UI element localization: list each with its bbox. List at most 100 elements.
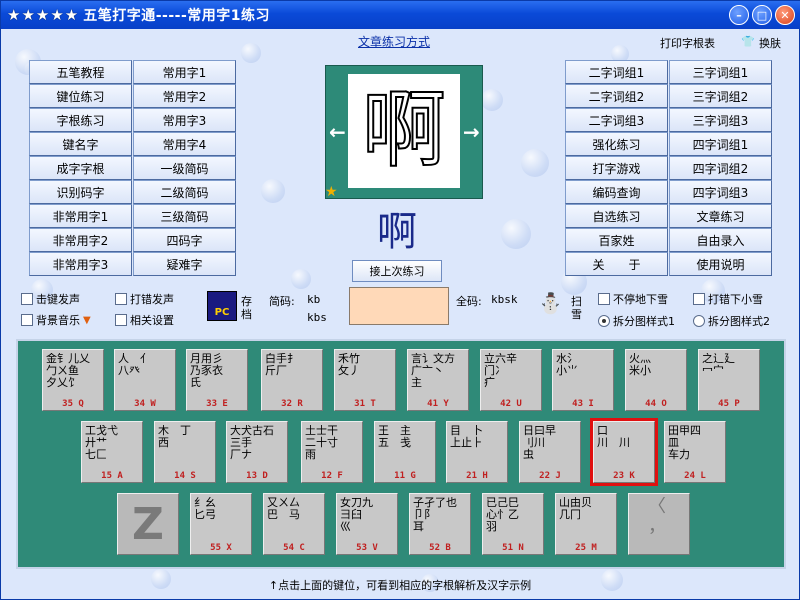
change-skin-link[interactable]: 换肤 [759,35,781,51]
right-menu-button[interactable]: 三字词组3 [669,108,772,132]
small-snow-checkbox[interactable] [693,293,705,305]
key-t[interactable]: 禾竹 攵丿 31 T [334,349,396,411]
left-menu-button[interactable]: 非常用字1 [29,204,132,228]
error-sound-option[interactable]: 打错发声 [115,291,174,307]
left-menu-button[interactable]: 三级简码 [133,204,236,228]
right-menu-button[interactable]: 三字词组2 [669,84,772,108]
split-style-2-radio[interactable] [693,315,705,327]
no-big-snow-option[interactable]: 不停地下雪 [598,291,668,307]
small-snow-option[interactable]: 打错下小雪 [693,291,763,307]
key-p[interactable]: 之辶廴 冖宀 45 P [698,349,760,411]
left-menu-button[interactable]: 字根练习 [29,108,132,132]
left-menu-button[interactable]: 常用字3 [133,108,236,132]
article-mode-link[interactable]: 文章练习方式 [358,33,430,50]
typing-input[interactable] [349,287,449,325]
window-title: 五笔打字通-----常用字1练习 [83,8,271,24]
key-sound-checkbox[interactable] [21,293,33,305]
error-sound-checkbox[interactable] [115,293,127,305]
short-code-value: kb [307,293,321,306]
continue-last-button[interactable]: 接上次练习 [352,260,442,282]
key-e[interactable]: 月用彡 乃豕衣 氏 33 E [186,349,248,411]
snowman-icon[interactable]: ⛄ [538,291,563,315]
minimize-button[interactable]: – [729,5,749,25]
right-menu-button[interactable]: 打字游戏 [565,156,668,180]
split-style-2-label: 拆分图样式2 [708,315,770,328]
key-a[interactable]: 工戈弋 廾艹 七匚 15 A [81,421,143,483]
print-radical-table-link[interactable]: 打印字根表 [660,35,715,51]
left-menu-button[interactable]: 键名字 [29,132,132,156]
right-menu-button[interactable]: 使用说明 [669,252,772,276]
key-r[interactable]: 白手扌 斤厂 32 R [261,349,323,411]
left-menu-button[interactable]: 四码字 [133,228,236,252]
left-menu-button[interactable]: 五笔教程 [29,60,132,84]
key-x[interactable]: 纟幺 匕弓 55 X [190,493,252,555]
right-menu-button[interactable]: 四字词组2 [669,156,772,180]
key-code: 55 X [210,543,232,553]
key-u[interactable]: 立六辛 门冫 疒 42 U [480,349,542,411]
left-menu-button[interactable]: 常用字2 [133,84,236,108]
key-y[interactable]: 言讠文方 广亠丶 主 41 Y [407,349,469,411]
key-j[interactable]: 日曰早 刂川 虫 22 J [519,421,581,483]
key-b[interactable]: 子孑了也 卩阝 耳 52 B [409,493,471,555]
key-radicals: 子孑了也 卩阝 耳 [413,497,457,533]
split-style-1-option[interactable]: 拆分图样式1 [598,313,675,329]
left-menu-button[interactable]: 非常用字2 [29,228,132,252]
key-v[interactable]: 女刀九 彐臼 巛 53 V [336,493,398,555]
key-g[interactable]: 王 主 五 戋 11 G [374,421,436,483]
key-o[interactable]: 火灬 米小 44 O [625,349,687,411]
key-k-selected[interactable]: 口 川 川 23 K [590,418,658,486]
split-style-2-option[interactable]: 拆分图样式2 [693,313,770,329]
left-menu-button[interactable]: 一级简码 [133,156,236,180]
right-menu-button[interactable]: 二字词组1 [565,60,668,84]
disk-save-icon[interactable]: PC [207,291,237,321]
left-menu-button[interactable]: 常用字1 [133,60,236,84]
prev-char-arrow-icon[interactable]: ← [329,120,346,144]
key-i[interactable]: 水氵 小⺌ 43 I [552,349,614,411]
right-menu-button[interactable]: 强化练习 [565,132,668,156]
next-char-arrow-icon[interactable]: → [463,120,480,144]
right-menu-button[interactable]: 编码查询 [565,180,668,204]
maximize-button[interactable]: □ [752,5,772,25]
right-menu-button[interactable]: 四字词组1 [669,132,772,156]
key-w[interactable]: 人 亻 八癶 34 W [114,349,176,411]
key-radicals: 土士干 二十寸 雨 [305,425,338,461]
bg-music-option[interactable]: 背景音乐 ▼ [21,312,91,328]
right-menu-button[interactable]: 自选练习 [565,204,668,228]
key-d[interactable]: 大犬古石 三手 厂ナ 13 D [226,421,288,483]
key-m[interactable]: 山由贝 几冂 25 M [555,493,617,555]
key-q[interactable]: 金钅儿乂 勹ㄨ鱼 夕乂饣 35 Q [42,349,104,411]
key-l[interactable]: 田甲四 皿 车力 24 L [664,421,726,483]
left-menu-button[interactable]: 非常用字3 [29,252,132,276]
key-f[interactable]: 土士干 二十寸 雨 12 F [301,421,363,483]
no-big-snow-checkbox[interactable] [598,293,610,305]
right-menu-button[interactable]: 百家姓 [565,228,668,252]
right-menu-button[interactable]: 关 于 [565,252,668,276]
left-menu-button[interactable]: 识别码字 [29,180,132,204]
left-menu-button[interactable]: 常用字4 [133,132,236,156]
right-menu-button[interactable]: 四字词组3 [669,180,772,204]
bg-music-checkbox[interactable] [21,314,33,326]
key-sound-option[interactable]: 击键发声 [21,291,80,307]
key-h[interactable]: 目 卜 上止⺊ 21 H [446,421,508,483]
key-c[interactable]: 又ㄨ厶 巴 马 54 C [263,493,325,555]
right-menu-button[interactable]: 自由录入 [669,228,772,252]
related-settings-option[interactable]: 相关设置 [115,312,174,328]
key-code: 33 E [206,399,228,409]
right-menu-button[interactable]: 文章练习 [669,204,772,228]
right-menu-button[interactable]: 二字词组2 [565,84,668,108]
left-menu-button[interactable]: 成字字根 [29,156,132,180]
key-z[interactable]: Z [117,493,179,555]
key-n[interactable]: 已己巳 心忄乙 羽 51 N [482,493,544,555]
close-button[interactable]: ✕ [775,5,795,25]
dropdown-arrow-icon[interactable]: ▼ [83,315,91,326]
related-settings-checkbox[interactable] [115,314,127,326]
right-menu-button[interactable]: 二字词组3 [565,108,668,132]
split-style-1-radio[interactable] [598,315,610,327]
sweep-snow-label[interactable]: 扫雪 [571,295,585,321]
key-s[interactable]: 木 丁 西 14 S [154,421,216,483]
key-comma[interactable]: 〈 ， [628,493,690,555]
left-menu-button[interactable]: 疑难字 [133,252,236,276]
left-menu-button[interactable]: 二级简码 [133,180,236,204]
left-menu-button[interactable]: 键位练习 [29,84,132,108]
right-menu-button[interactable]: 三字词组1 [669,60,772,84]
